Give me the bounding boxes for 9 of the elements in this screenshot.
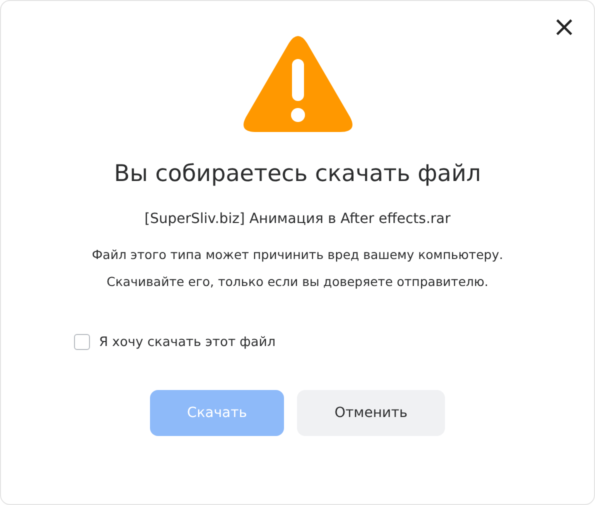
warning-icon [242,35,354,133]
warning-text: Скачивайте его, только если вы доверяете отправителю. [106,274,488,289]
checkbox-label: Я хочу скачать этот файл [99,334,276,350]
warning-text: Файл этого типа может причинить вред вашему компьютеру. [92,247,504,262]
checkbox[interactable] [74,334,90,350]
dialog-title: Вы собираетесь скачать файл [114,161,481,187]
file-name: [SuperSliv.biz] Анимация в After effects.rar [144,211,450,227]
close-button[interactable]: × [550,13,578,41]
cancel-button[interactable]: Отменить [297,390,445,436]
